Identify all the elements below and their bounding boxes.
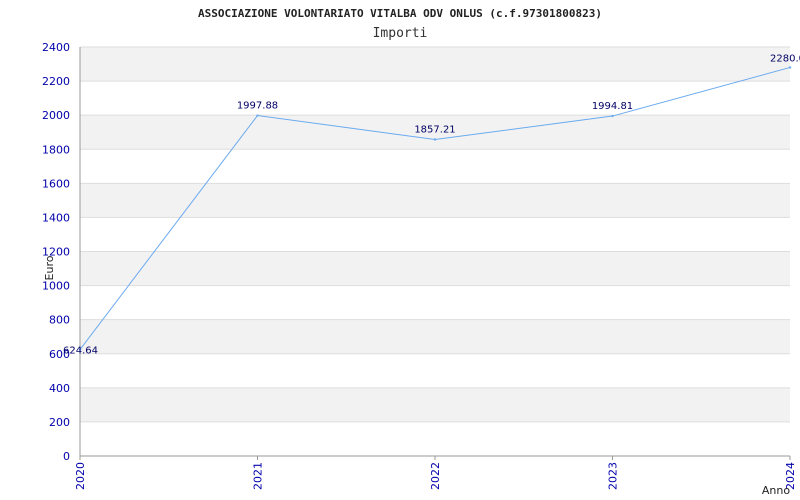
x-tick-label: 2021 — [252, 462, 265, 490]
chart-subtitle: Importi — [373, 26, 428, 41]
data-label: 624.64 — [63, 346, 98, 357]
data-label: 1857.21 — [414, 125, 455, 136]
x-tick-label: 2022 — [429, 462, 442, 490]
grid-bands — [80, 47, 790, 422]
y-tick-label: 400 — [49, 382, 70, 395]
data-point — [433, 138, 437, 141]
data-label: 2280.0 — [770, 53, 800, 64]
data-point — [611, 114, 614, 118]
y-tick-label: 800 — [49, 314, 70, 327]
y-tick-label: 1600 — [42, 177, 70, 190]
data-label: 1997.88 — [237, 101, 278, 112]
y-tick-label: 1000 — [42, 280, 70, 293]
y-tick-label: 200 — [49, 416, 70, 429]
y-tick-label: 0 — [63, 450, 70, 463]
grid-band — [80, 47, 790, 82]
y-axis-title: Euro — [43, 255, 56, 280]
grid-band — [80, 319, 790, 354]
y-tick-label: 1400 — [42, 211, 70, 224]
y-tick-label: 2400 — [42, 41, 70, 54]
y-tick-label: 2200 — [42, 75, 70, 88]
y-tick-label: 1800 — [42, 143, 70, 156]
y-tick-labels: 0200400600800100012001400160018002000220… — [42, 41, 70, 463]
chart: ASSOCIAZIONE VOLONTARIATO VITALBA ODV ON… — [42, 7, 800, 497]
grid-band — [80, 251, 790, 286]
x-tick-label: 2023 — [607, 462, 620, 490]
y-tick-label: 2000 — [42, 109, 70, 122]
grid-band — [80, 183, 790, 218]
data-point — [256, 114, 259, 117]
grid-band — [80, 387, 790, 422]
chart-title: ASSOCIAZIONE VOLONTARIATO VITALBA ODV ON… — [198, 7, 602, 20]
x-tick-label: 2020 — [74, 462, 87, 490]
x-axis-title: Anno — [762, 484, 790, 497]
data-label: 1994.81 — [592, 101, 633, 112]
x-tick-labels: 2020 2021 2022 2023 2024 — [74, 456, 797, 490]
data-point — [788, 66, 792, 69]
